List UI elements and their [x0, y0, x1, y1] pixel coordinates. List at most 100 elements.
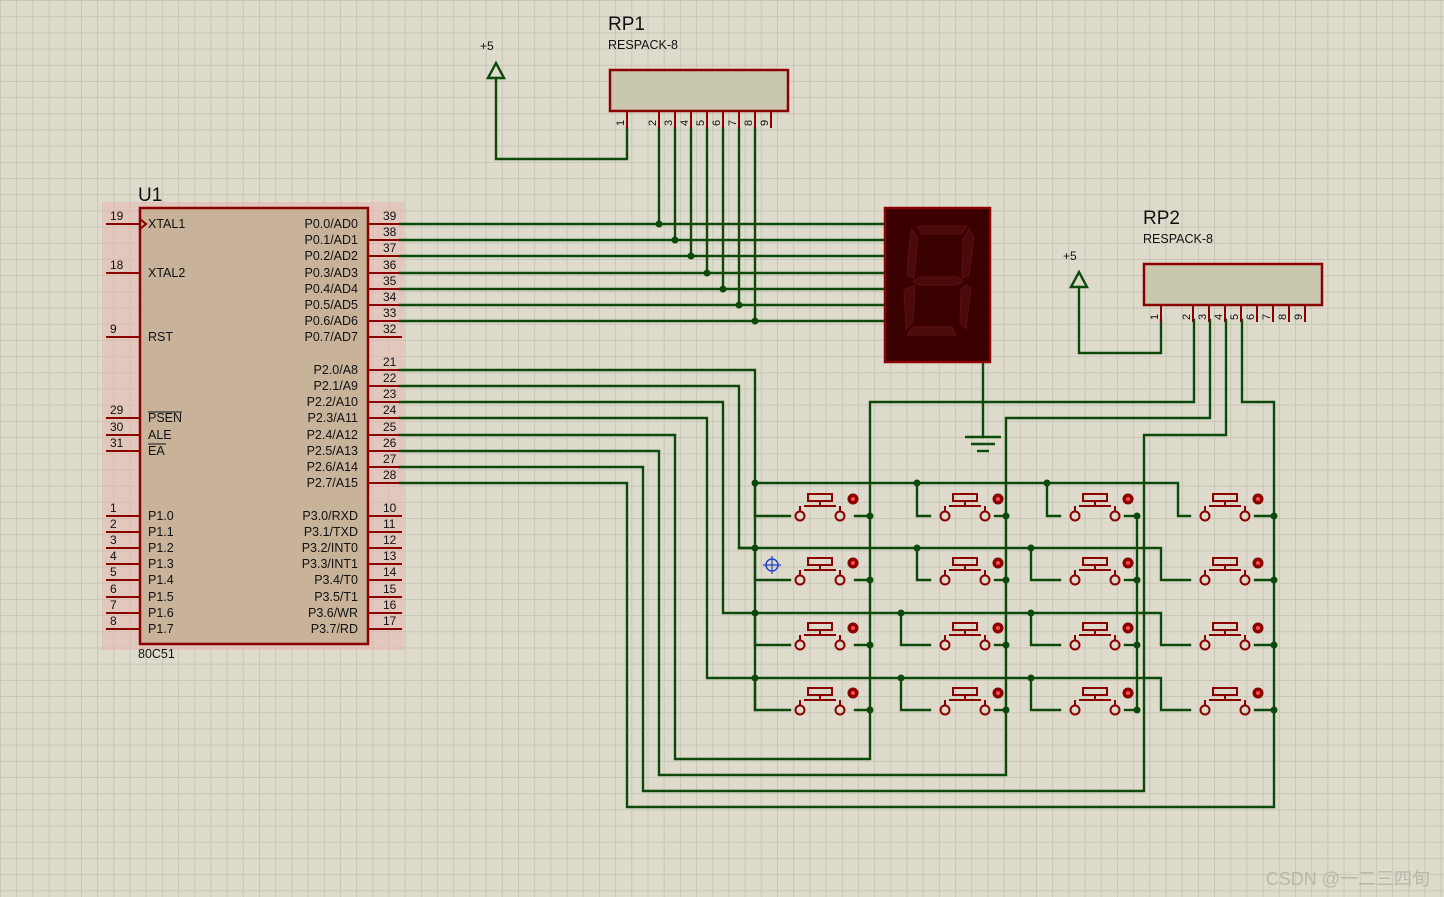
- keypad-button-r4c1[interactable]: [794, 687, 859, 716]
- pin-number: 3: [110, 533, 117, 547]
- pin-number: 14: [383, 565, 397, 579]
- pin-name: P0.5/AD5: [304, 298, 358, 312]
- keypad-button-r2c1[interactable]: [794, 557, 859, 586]
- pin-number: 24: [383, 403, 397, 417]
- pin-number: 12: [383, 533, 397, 547]
- rp-pin-8[interactable]: 8: [1277, 305, 1290, 322]
- rp2-body: [1142, 262, 1324, 307]
- pin-number: 5: [695, 120, 707, 126]
- schematic-canvas: U1 80C51 19XTAL118XTAL29RST29PSEN30ALE31…: [102, 14, 1324, 809]
- rp2-power-terminal[interactable]: +5: [1063, 249, 1089, 289]
- rp1-value: RESPACK-8: [608, 38, 678, 52]
- pin-name: P1.3: [148, 557, 174, 571]
- pin-name: P2.4/A12: [307, 428, 358, 442]
- rp-pin-9[interactable]: 9: [1293, 305, 1306, 322]
- pin-number: 3: [663, 120, 675, 126]
- pin-name: XTAL1: [148, 217, 185, 231]
- pin-number: 2: [1181, 314, 1193, 320]
- rp1-power-terminal[interactable]: +5: [480, 39, 506, 80]
- pin-number: 35: [383, 274, 397, 288]
- pin-number: 2: [110, 517, 117, 531]
- rp-pin-7[interactable]: 7: [1261, 305, 1274, 322]
- rp-pin-3[interactable]: 3: [663, 111, 676, 128]
- pin-name: PSEN: [148, 411, 182, 425]
- pin-name: RST: [148, 330, 173, 344]
- pin-name: P1.2: [148, 541, 174, 555]
- keypad-button-r1c1[interactable]: [794, 493, 859, 522]
- rp-pin-7[interactable]: 7: [727, 111, 740, 128]
- pin-number: 16: [383, 598, 397, 612]
- rp-pin-4[interactable]: 4: [1213, 305, 1226, 322]
- pin-number: 1: [110, 501, 117, 515]
- pin-name: P2.1/A9: [314, 379, 359, 393]
- pin-number: 4: [1213, 314, 1225, 320]
- ground-symbol[interactable]: [965, 435, 1001, 453]
- pin-name: P3.3/INT1: [302, 557, 358, 571]
- pin-number: 23: [383, 387, 397, 401]
- pin-number: 22: [383, 371, 397, 385]
- pin-number: 6: [110, 582, 117, 596]
- pin-number: 34: [383, 290, 397, 304]
- pin-number: 10: [383, 501, 397, 515]
- pin-name: P0.4/AD4: [304, 282, 358, 296]
- pin-name: P1.0: [148, 509, 174, 523]
- pin-number: 30: [110, 420, 124, 434]
- pin-number: 7: [110, 598, 117, 612]
- pin-number: 19: [110, 209, 124, 223]
- resistor-pack-rp2[interactable]: RP2 RESPACK-8 1 23456789: [1142, 208, 1324, 322]
- pin-name: P2.0/A8: [314, 363, 359, 377]
- pin-number: 27: [383, 452, 397, 466]
- watermark: CSDN @一二三四旬: [1265, 869, 1430, 889]
- rp-pin-1[interactable]: 1: [615, 111, 628, 128]
- rp-pin-2[interactable]: 2: [647, 111, 660, 128]
- pin-name: P1.5: [148, 590, 174, 604]
- rp-pin-3[interactable]: 3: [1197, 305, 1210, 322]
- pin-number: 29: [110, 403, 124, 417]
- pin-number: 11: [383, 517, 396, 531]
- pin-number: 9: [759, 120, 771, 126]
- pin-number: 3: [1197, 314, 1209, 320]
- rp-pin-4[interactable]: 4: [679, 111, 692, 128]
- rp-pin-8[interactable]: 8: [743, 111, 756, 128]
- seven-segment-display[interactable]: [883, 206, 992, 364]
- pin-number: 4: [110, 549, 117, 563]
- rp-pin-2[interactable]: 2: [1181, 305, 1194, 322]
- rp2-power-label: +5: [1063, 249, 1077, 263]
- pin-name: P0.0/AD0: [304, 217, 358, 231]
- rp2-ref: RP2: [1143, 208, 1180, 229]
- pin-name: P3.4/T0: [314, 573, 358, 587]
- pin-number: 5: [110, 565, 117, 579]
- keypad-button-r3c1[interactable]: [794, 622, 859, 651]
- pin-name: ALE: [148, 428, 172, 442]
- pin-name: P0.3/AD3: [304, 266, 358, 280]
- rp-pin-5[interactable]: 5: [695, 111, 708, 128]
- rp-pin-6[interactable]: 6: [711, 111, 724, 128]
- pin-name: P3.5/T1: [314, 590, 358, 604]
- rp-pin-6[interactable]: 6: [1245, 305, 1258, 322]
- pin-number: 6: [711, 120, 723, 126]
- rp-pin-9[interactable]: 9: [759, 111, 772, 128]
- pin-name: P0.2/AD2: [304, 249, 358, 263]
- rp1-power-label: +5: [480, 39, 494, 53]
- pin-number: 8: [743, 120, 755, 126]
- pin-number: 5: [1229, 314, 1241, 320]
- rp-pin-1[interactable]: 1: [1149, 305, 1162, 322]
- pin-name: P1.1: [148, 525, 174, 539]
- pin-name: P2.3/A11: [307, 411, 358, 425]
- rp1-body: [608, 68, 790, 113]
- rp-pin-5[interactable]: 5: [1229, 305, 1242, 322]
- pin-number: 7: [1261, 314, 1273, 320]
- rp1-ref: RP1: [608, 14, 645, 35]
- pin-name: XTAL2: [148, 266, 185, 280]
- pin-number: 4: [679, 120, 691, 126]
- pin-number: 39: [383, 209, 397, 223]
- pin-name: P1.7: [148, 622, 174, 636]
- pin-number: 9: [1293, 314, 1305, 320]
- pin-number: 8: [110, 614, 117, 628]
- p0-bus-wires: [398, 76, 888, 323]
- pin-number: 15: [383, 582, 397, 596]
- pin-name: P3.1/TXD: [304, 525, 358, 539]
- resistor-pack-rp1[interactable]: RP1 RESPACK-8 1 23456789: [608, 14, 790, 128]
- rp1-pins: 1 23456789: [615, 111, 772, 128]
- pin-number: 37: [383, 241, 397, 255]
